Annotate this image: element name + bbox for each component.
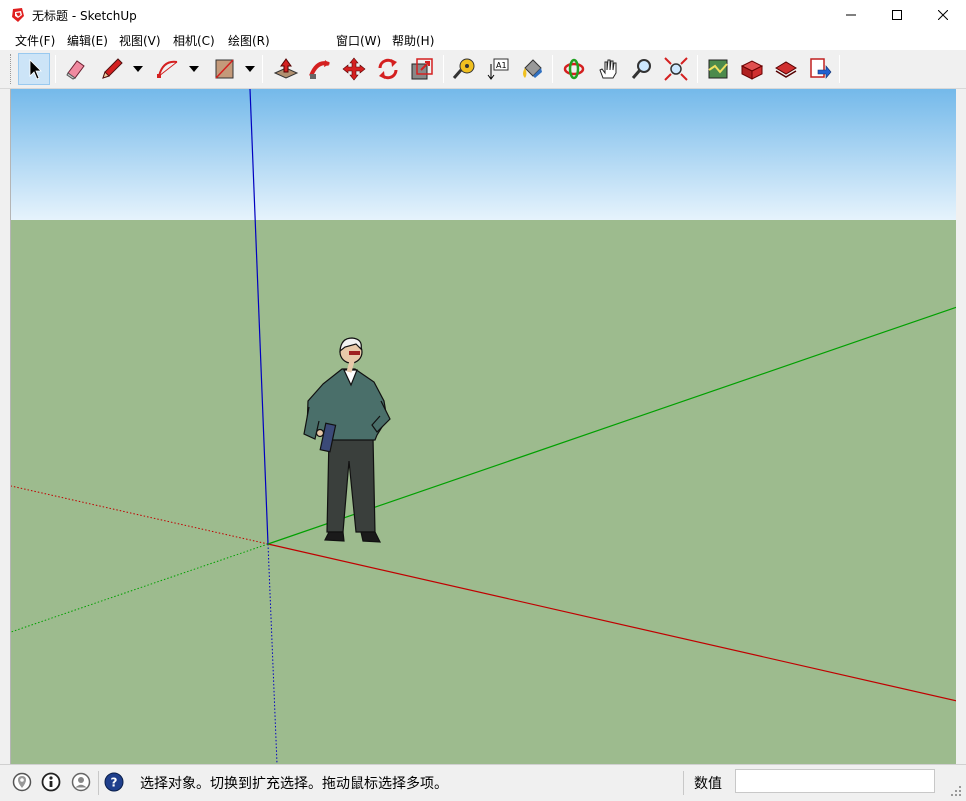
sky: [11, 89, 956, 220]
scale-icon: [411, 58, 433, 80]
export-icon: [810, 58, 832, 79]
status-bar: ? 选择对象。切换到扩充选择。拖动鼠标选择多项。 数值: [0, 764, 966, 801]
credits-icon[interactable]: [41, 772, 61, 792]
tape-measure-tool-button[interactable]: [448, 53, 480, 85]
pencil-tool-button[interactable]: [96, 53, 128, 85]
svg-text:?: ?: [111, 776, 118, 790]
toolbar-separator: [55, 55, 56, 83]
3d-warehouse-button[interactable]: [702, 53, 734, 85]
extension-warehouse-button[interactable]: [736, 53, 768, 85]
rectangle-icon: [215, 59, 234, 79]
select-tool-button[interactable]: [18, 53, 50, 85]
scale-tool-button[interactable]: [406, 53, 438, 85]
paint-bucket-icon: [523, 59, 542, 78]
menu-help[interactable]: 帮助(H): [392, 32, 434, 49]
resize-grip-icon[interactable]: [950, 785, 962, 797]
3d-warehouse-icon: [708, 59, 728, 79]
maximize-button[interactable]: [874, 0, 920, 30]
menu-camera[interactable]: 相机(C): [173, 32, 215, 49]
toolbar-separator: [839, 55, 840, 83]
select-icon: [29, 59, 42, 80]
orbit-tool-button[interactable]: [558, 53, 590, 85]
user-account-icon[interactable]: [71, 772, 91, 792]
rotate-tool-button[interactable]: [372, 53, 404, 85]
window-title: 无标题 - SketchUp: [32, 8, 137, 23]
rotate-icon: [378, 58, 398, 80]
orbit-icon: [563, 58, 585, 80]
status-separator: [683, 771, 684, 795]
status-separator: [98, 771, 99, 795]
move-tool-button[interactable]: [338, 53, 370, 85]
modeling-viewport[interactable]: [10, 89, 956, 764]
push-pull-icon: [273, 58, 299, 79]
menu-draw[interactable]: 绘图(R): [228, 32, 270, 49]
tape-measure-icon: [452, 58, 475, 79]
follow-me-icon: [309, 60, 330, 79]
chevron-down-icon[interactable]: [244, 64, 256, 74]
maximize-icon: [892, 10, 902, 20]
menu-file[interactable]: 文件(F): [15, 32, 55, 49]
pencil-icon: [102, 58, 123, 79]
close-button[interactable]: [920, 0, 966, 30]
zoom-extents-tool-button[interactable]: [660, 53, 692, 85]
pan-icon: [599, 59, 617, 79]
toolbar-separator: [552, 55, 553, 83]
zoom-icon: [631, 59, 651, 79]
help-icon[interactable]: ?: [104, 772, 124, 792]
layout-icon: [775, 61, 797, 78]
eraser-icon: [66, 60, 85, 80]
menu-view[interactable]: 视图(V): [119, 32, 161, 49]
toolbar-separator: [262, 55, 263, 83]
zoom-extents-icon: [664, 57, 688, 81]
rectangle-tool-button[interactable]: [208, 53, 240, 85]
scene-canvas[interactable]: [11, 89, 956, 764]
pan-tool-button[interactable]: [592, 53, 624, 85]
chevron-down-icon[interactable]: [188, 64, 200, 74]
measurements-input[interactable]: [735, 769, 935, 793]
geo-location-icon[interactable]: [12, 772, 32, 792]
text-icon: A1: [487, 58, 509, 80]
menu-edit[interactable]: 编辑(E): [67, 32, 108, 49]
follow-me-tool-button[interactable]: [304, 53, 336, 85]
toolbar-separator: [443, 55, 444, 83]
export-button[interactable]: [804, 53, 836, 85]
minimize-button[interactable]: [828, 0, 874, 30]
chevron-down-icon[interactable]: [132, 64, 144, 74]
title-bar: 无标题 - SketchUp: [0, 0, 966, 30]
toolbar-grip[interactable]: [10, 54, 13, 84]
text-tool-button[interactable]: A1: [482, 53, 514, 85]
eraser-tool-button[interactable]: [60, 53, 92, 85]
move-icon: [342, 57, 366, 81]
zoom-tool-button[interactable]: [626, 53, 658, 85]
paint-bucket-tool-button[interactable]: [516, 53, 548, 85]
push-pull-tool-button[interactable]: [270, 53, 302, 85]
sketchup-logo-icon: [12, 8, 24, 22]
extension-warehouse-icon: [740, 60, 764, 80]
svg-text:A1: A1: [496, 61, 507, 70]
close-icon: [938, 10, 948, 20]
measurements-label: 数值: [694, 776, 722, 792]
menu-window[interactable]: 窗口(W): [336, 32, 381, 49]
status-message: 选择对象。切换到扩充选择。拖动鼠标选择多项。: [140, 776, 448, 792]
arc-tool-button[interactable]: [152, 53, 184, 85]
getting-started-toolbar: A1: [0, 50, 966, 89]
ground: [11, 220, 956, 764]
minimize-icon: [846, 14, 856, 16]
toolbar-separator: [697, 55, 698, 83]
arc-icon: [157, 60, 178, 78]
layout-button[interactable]: [770, 53, 802, 85]
menu-bar: 文件(F) 编辑(E) 视图(V) 相机(C) 绘图(R) 窗口(W) 帮助(H…: [0, 30, 966, 50]
